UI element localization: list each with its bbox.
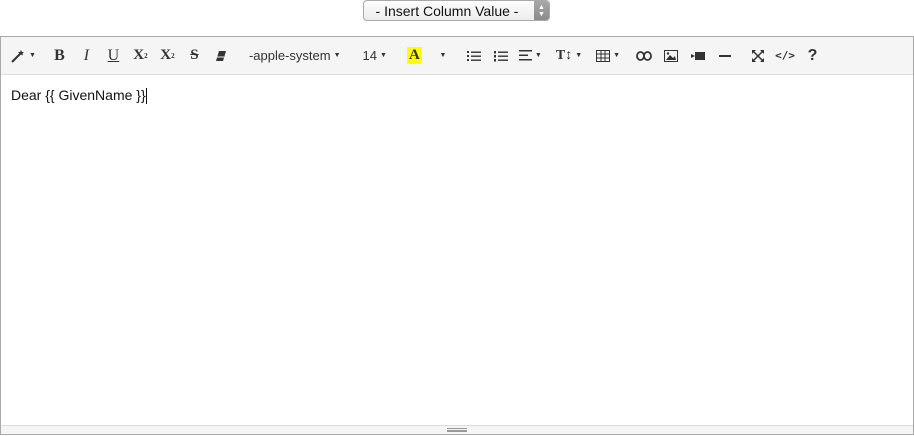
line-height-caret-icon: ▼ [575, 52, 583, 59]
subscript-label: X [160, 47, 172, 63]
table-dropdown-button[interactable]: ▼ [592, 41, 624, 70]
align-dropdown-button[interactable]: ▼ [515, 41, 546, 70]
align-left-icon [518, 50, 532, 61]
link-button[interactable] [630, 41, 657, 70]
superscript-marker-icon: 2 [144, 51, 148, 60]
paragraph-group: ▼ [461, 41, 546, 70]
text-cursor [145, 88, 147, 105]
underline-button[interactable]: U [100, 41, 127, 70]
insert-group [630, 41, 738, 70]
font-size-value: 14 [362, 48, 377, 63]
font-size-dropdown[interactable]: 14 ▼ [355, 41, 395, 70]
table-caret-icon: ▼ [613, 52, 621, 59]
superscript-button[interactable]: X2 [127, 41, 154, 70]
strikethrough-button[interactable]: S [181, 41, 208, 70]
codeview-button[interactable]: </> [771, 41, 799, 70]
insert-column-value-label: - Insert Column Value - [375, 2, 519, 19]
highlight-a-icon: A [407, 47, 422, 64]
table-group: ▼ [592, 41, 624, 70]
bullet-list-icon [467, 50, 482, 61]
editor-toolbar: ▼ B I U X2 X2 S -apple-system ▼ 14 ▼ A ▼… [1, 37, 913, 75]
font-family-group: -apple-system ▼ [241, 41, 349, 70]
align-caret-icon: ▼ [534, 52, 542, 59]
height-group: T↕ ▼ [552, 41, 586, 70]
font-family-dropdown[interactable]: -apple-system ▼ [241, 41, 349, 70]
font-family-caret-icon: ▼ [333, 52, 341, 59]
fullscreen-button[interactable] [744, 41, 771, 70]
fullscreen-icon [751, 49, 764, 62]
resize-bar[interactable] [1, 425, 913, 434]
eraser-icon [216, 50, 227, 61]
video-icon [690, 51, 705, 60]
font-size-group: 14 ▼ [355, 41, 395, 70]
font-family-value: -apple-system [248, 48, 331, 63]
font-size-caret-icon: ▼ [379, 52, 387, 59]
color-dropdown-button[interactable]: ▼ [428, 41, 455, 70]
resize-grip-icon [447, 428, 467, 432]
table-icon [596, 49, 611, 62]
editor-text: Dear {{ GivenName }} [11, 87, 146, 103]
video-button[interactable] [684, 41, 711, 70]
insert-column-value-select[interactable]: - Insert Column Value - ▲ ▼ [363, 0, 550, 21]
line-height-dropdown-button[interactable]: T↕ ▼ [552, 41, 586, 70]
picture-button[interactable] [657, 41, 684, 70]
bold-button[interactable]: B [46, 41, 73, 70]
line-height-icon: T↕ [555, 47, 573, 63]
style-group: ▼ [6, 41, 40, 70]
color-group: A ▼ [401, 41, 455, 70]
style-caret-icon: ▼ [29, 52, 36, 59]
rich-text-editor: ▼ B I U X2 X2 S -apple-system ▼ 14 ▼ A ▼… [0, 36, 914, 435]
select-arrows-icon: ▲ ▼ [534, 1, 549, 20]
subscript-button[interactable]: X2 [154, 41, 181, 70]
subscript-marker-icon: 2 [171, 51, 175, 60]
link-icon [635, 50, 652, 61]
clear-format-button[interactable] [208, 41, 235, 70]
color-caret-icon: ▼ [439, 52, 447, 59]
view-group: </> ? [744, 41, 826, 70]
italic-button[interactable]: I [73, 41, 100, 70]
numbered-list-icon [494, 50, 509, 61]
style-magic-wand-button[interactable]: ▼ [6, 41, 40, 70]
horizontal-rule-button[interactable] [711, 41, 738, 70]
help-button[interactable]: ? [799, 41, 826, 70]
superscript-label: X [133, 47, 145, 63]
magic-wand-icon [11, 49, 24, 63]
unordered-list-button[interactable] [461, 41, 488, 70]
font-style-group: B I U X2 X2 S [46, 41, 235, 70]
picture-icon [663, 49, 678, 62]
editor-content[interactable]: Dear {{ GivenName }} [1, 75, 913, 425]
ordered-list-button[interactable] [488, 41, 515, 70]
horizontal-rule-icon [718, 54, 731, 57]
highlight-color-button[interactable]: A [401, 41, 428, 70]
